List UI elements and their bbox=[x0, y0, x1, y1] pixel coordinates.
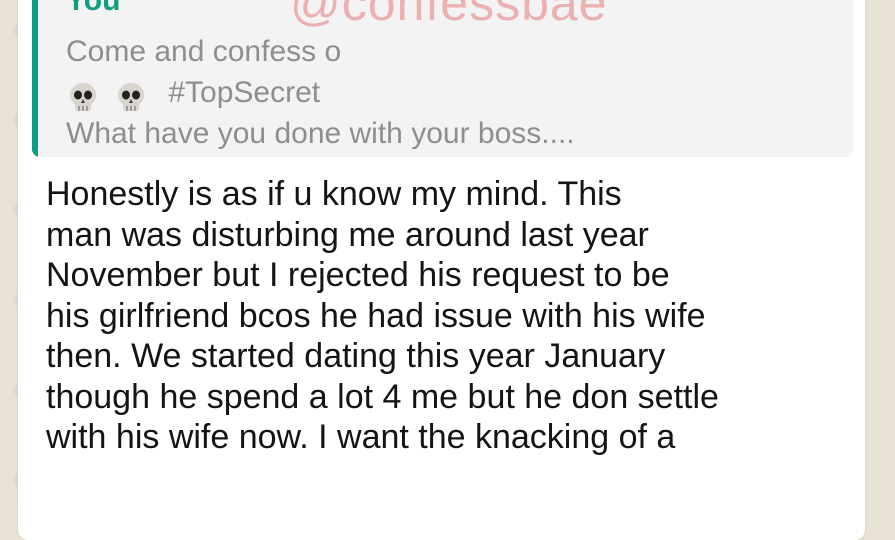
message-line: with his wife now. I want the knacking o… bbox=[46, 418, 676, 456]
quote-author: You bbox=[66, 0, 121, 17]
message-bubble[interactable]: You Come and confess o #TopSecret What h… bbox=[18, 0, 865, 540]
message-line: though he spend a lot 4 me but he don se… bbox=[46, 377, 719, 416]
message-line: Honestly is as if u know my mind. This bbox=[46, 175, 622, 213]
message-text: Honestly is as if u know my mind. This m… bbox=[46, 174, 856, 458]
watermark: @confessbae bbox=[290, 0, 608, 31]
skull-icon bbox=[118, 83, 145, 112]
skull-emoji-group bbox=[66, 79, 154, 115]
message-line: November but I rejected his request to b… bbox=[46, 256, 670, 294]
quote-accent-bar bbox=[32, 0, 38, 157]
message-line: then. We started dating this year Januar… bbox=[46, 337, 666, 375]
message-line: his girlfriend bcos he had issue with hi… bbox=[46, 296, 706, 335]
quote-line-with-emoji: #TopSecret bbox=[66, 75, 320, 115]
skull-icon bbox=[70, 83, 96, 112]
message-line: man was disturbing me around last year bbox=[46, 215, 649, 254]
quote-line: What have you done with your boss.... bbox=[66, 117, 575, 150]
hashtag-text: #TopSecret bbox=[168, 76, 321, 109]
quote-line: Come and confess o bbox=[66, 35, 342, 68]
